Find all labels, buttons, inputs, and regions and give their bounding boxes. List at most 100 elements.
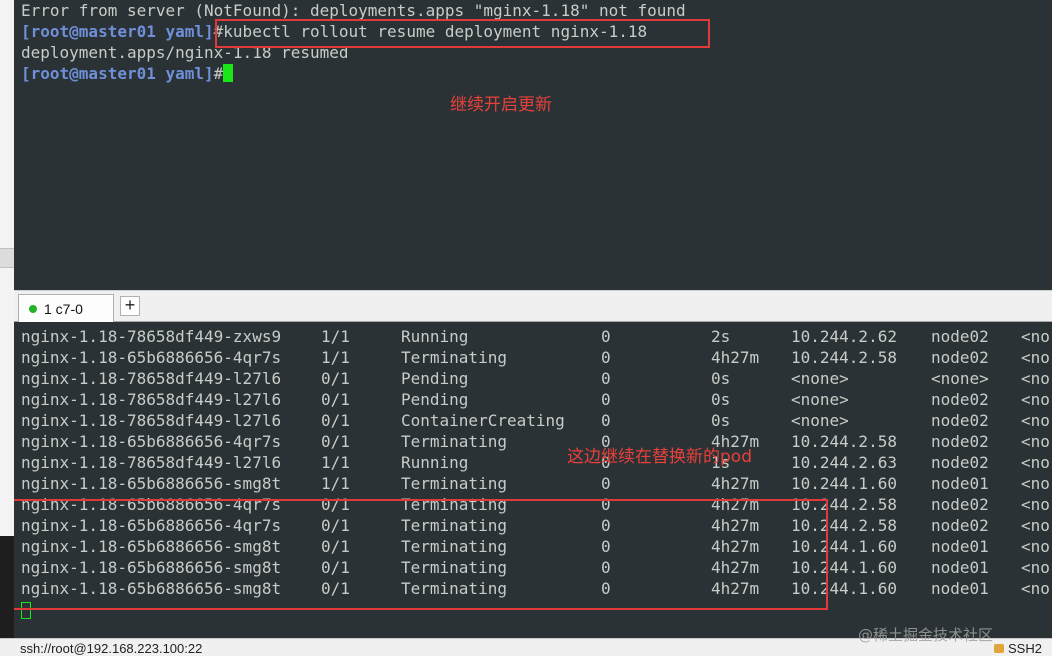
watermark: @稀土掘金技术社区 [858, 626, 994, 644]
pod-node-cell: node01 [931, 579, 989, 598]
pod-row: nginx-1.18-65b6886656-smg8t 1/1 Terminatin… [21, 473, 1052, 494]
pod-name-cell: nginx-1.18-78658df449-l27l6 [21, 453, 282, 472]
shell-prompt: [root@master01 yaml] [21, 64, 214, 83]
pod-restarts-cell: 0 [601, 327, 611, 346]
pod-age-cell: 0s [711, 369, 731, 388]
pod-ready-cell: 0/1 [321, 432, 350, 451]
pod-nominated-cell: <no [1021, 474, 1050, 493]
highlight-box-terminating [14, 499, 828, 610]
protocol-label: SSH2 [1008, 641, 1042, 656]
shell-prompt: [root@master01 yaml] [21, 22, 214, 41]
pod-name-cell: nginx-1.18-78658df449-l27l6 [21, 390, 282, 409]
pod-node-cell: node01 [931, 474, 989, 493]
connection-address: ssh://root@192.168.223.100:22 [20, 641, 203, 656]
pod-ip-cell: <none> [791, 411, 849, 430]
pod-ready-cell: 1/1 [321, 348, 350, 367]
terminal-line-prompt: [root@master01 yaml]# [21, 63, 234, 84]
pod-node-cell: node01 [931, 537, 989, 556]
pod-row: nginx-1.18-78658df449-l27l6 0/1 ContainerC… [21, 410, 1052, 431]
pod-node-cell: node02 [931, 432, 989, 451]
pod-status-cell: Terminating [401, 348, 507, 367]
pod-node-cell: node02 [931, 411, 989, 430]
pod-row: nginx-1.18-78658df449-l27l6 1/1 Running 0 1s… [21, 452, 1052, 473]
pod-node-cell: node02 [931, 453, 989, 472]
pod-status-cell: Running [401, 453, 469, 472]
pod-name-cell: nginx-1.18-78658df449-l27l6 [21, 411, 282, 430]
pod-nominated-cell: <no [1021, 327, 1050, 346]
pod-status-cell: Terminating [401, 474, 507, 493]
pod-name-cell: nginx-1.18-65b6886656-4qr7s [21, 432, 282, 451]
pod-node-cell: <none> [931, 369, 989, 388]
pod-restarts-cell: 0 [601, 390, 611, 409]
pod-nominated-cell: <no [1021, 579, 1050, 598]
pod-node-cell: node02 [931, 516, 989, 535]
pod-ip-cell: 10.244.2.58 [791, 348, 897, 367]
pod-ready-cell: 1/1 [321, 453, 350, 472]
new-tab-button[interactable]: + [120, 296, 140, 316]
bottom-terminal-pane[interactable]: nginx-1.18-78658df449-zxws9 1/1 Running 0 2s… [14, 322, 1052, 638]
prompt-hash: # [213, 64, 224, 83]
pod-ip-cell: 10.244.1.60 [791, 474, 897, 493]
left-strip-divider [0, 248, 14, 268]
pod-name-cell: nginx-1.18-78658df449-l27l6 [21, 369, 282, 388]
pod-ip-cell: 10.244.2.63 [791, 453, 897, 472]
pod-ready-cell: 0/1 [321, 369, 350, 388]
pod-ready-cell: 0/1 [321, 390, 350, 409]
terminal-cursor [223, 64, 234, 82]
left-window-strip [0, 0, 14, 656]
connected-status-icon [29, 305, 37, 313]
pod-name-cell: nginx-1.18-65b6886656-4qr7s [21, 348, 282, 367]
pod-nominated-cell: <no [1021, 390, 1050, 409]
pod-age-cell: 4h27m [711, 474, 760, 493]
pod-ip-cell: 10.244.2.62 [791, 327, 897, 346]
pod-nominated-cell: <no [1021, 411, 1050, 430]
pod-node-cell: node02 [931, 327, 989, 346]
annotation-resume: 继续开启更新 [450, 95, 552, 115]
pod-restarts-cell: 0 [601, 369, 611, 388]
pod-nominated-cell: <no [1021, 516, 1050, 535]
pod-nominated-cell: <no [1021, 348, 1050, 367]
pod-status-cell: Terminating [401, 432, 507, 451]
pod-age-cell: 4h27m [711, 348, 760, 367]
pod-nominated-cell: <no [1021, 558, 1050, 577]
pod-node-cell: node02 [931, 348, 989, 367]
pod-row: nginx-1.18-65b6886656-4qr7s 1/1 Terminatin… [21, 347, 1052, 368]
pod-row: nginx-1.18-65b6886656-4qr7s 0/1 Terminatin… [21, 431, 1052, 452]
pod-age-cell: 2s [711, 327, 731, 346]
pod-ready-cell: 0/1 [321, 411, 350, 430]
terminal-line-error: Error from server (NotFound): deployment… [21, 1, 686, 20]
pod-status-cell: Running [401, 327, 469, 346]
pod-restarts-cell: 0 [601, 348, 611, 367]
pod-ip-cell: 10.244.2.58 [791, 432, 897, 451]
pod-nominated-cell: <no [1021, 369, 1050, 388]
pod-restarts-cell: 0 [601, 474, 611, 493]
pod-nominated-cell: <no [1021, 432, 1050, 451]
pod-row: nginx-1.18-78658df449-l27l6 0/1 Pending 0 0s… [21, 389, 1052, 410]
pod-status-cell: ContainerCreating [401, 411, 565, 430]
pod-node-cell: node02 [931, 495, 989, 514]
pod-age-cell: 0s [711, 390, 731, 409]
pod-age-cell: 0s [711, 411, 731, 430]
pod-ip-cell: <none> [791, 369, 849, 388]
pod-name-cell: nginx-1.18-78658df449-zxws9 [21, 327, 282, 346]
pod-nominated-cell: <no [1021, 495, 1050, 514]
tab-c7-0[interactable]: 1 c7-0 [18, 294, 114, 323]
highlight-box-command [215, 19, 710, 48]
annotation-replacing: 这边继续在替换新的pod [567, 447, 752, 467]
pod-nominated-cell: <no [1021, 537, 1050, 556]
pod-row: nginx-1.18-78658df449-zxws9 1/1 Running 0 2s… [21, 326, 1052, 347]
pod-status-cell: Pending [401, 390, 469, 409]
tab-label: 1 c7-0 [44, 301, 83, 317]
pod-node-cell: node02 [931, 390, 989, 409]
top-terminal-pane[interactable]: Error from server (NotFound): deployment… [14, 0, 1052, 290]
pod-ready-cell: 1/1 [321, 474, 350, 493]
pod-ready-cell: 1/1 [321, 327, 350, 346]
pod-row: nginx-1.18-78658df449-l27l6 0/1 Pending 0 0s… [21, 368, 1052, 389]
pod-restarts-cell: 0 [601, 411, 611, 430]
pod-name-cell: nginx-1.18-65b6886656-smg8t [21, 474, 282, 493]
pod-status-cell: Pending [401, 369, 469, 388]
lock-icon [994, 644, 1004, 653]
pod-node-cell: node01 [931, 558, 989, 577]
pod-ip-cell: <none> [791, 390, 849, 409]
pod-nominated-cell: <no [1021, 453, 1050, 472]
